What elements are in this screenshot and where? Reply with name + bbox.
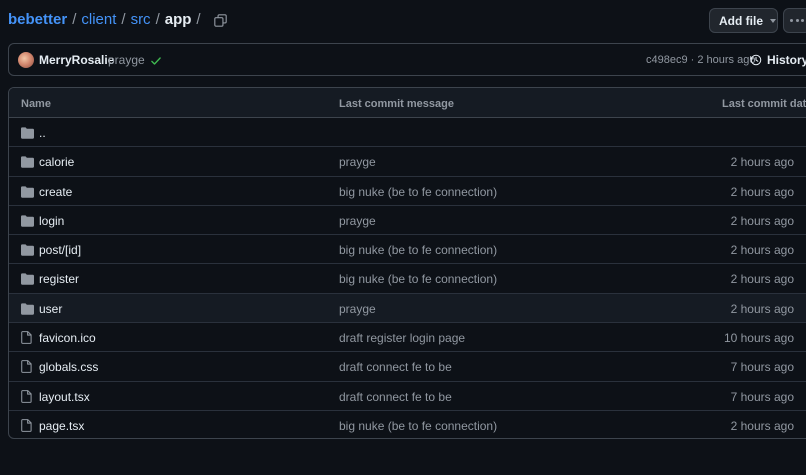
row-commit-message-link[interactable]: draft register login page bbox=[339, 331, 465, 345]
table-header: Name Last commit message Last commit dat… bbox=[9, 88, 806, 118]
row-name-link[interactable]: post/[id] bbox=[39, 243, 81, 257]
column-header-message: Last commit message bbox=[339, 98, 454, 110]
row-commit-message-link[interactable]: big nuke (be to fe connection) bbox=[339, 185, 497, 199]
latest-commit-box: MerryRosalie prayge c498ec9 · 2 hours ag… bbox=[8, 43, 806, 76]
commit-hash-and-time[interactable]: c498ec9 · 2 hours ago bbox=[646, 54, 755, 66]
row-name-link[interactable]: globals.css bbox=[39, 360, 98, 374]
row-commit-message-link[interactable]: prayge bbox=[339, 302, 376, 316]
folder-icon bbox=[21, 126, 34, 139]
row-commit-message-link[interactable]: draft connect fe to be bbox=[339, 390, 452, 404]
file-icon bbox=[21, 331, 34, 344]
column-header-name: Name bbox=[21, 98, 51, 110]
history-icon bbox=[750, 54, 762, 66]
row-commit-date: 10 hours ago bbox=[723, 331, 794, 346]
commit-author-link[interactable]: MerryRosalie bbox=[39, 53, 114, 67]
table-row[interactable]: register big nuke (be to fe connection) 2 … bbox=[9, 264, 806, 294]
row-name-link[interactable]: login bbox=[39, 214, 64, 228]
breadcrumb-current: app bbox=[164, 11, 192, 28]
triangle-down-icon bbox=[770, 18, 776, 23]
parent-directory-row[interactable]: .. bbox=[9, 118, 806, 148]
row-commit-date: 2 hours ago bbox=[730, 213, 794, 228]
kebab-horizontal-icon bbox=[790, 19, 793, 22]
row-commit-message-link[interactable]: big nuke (be to fe connection) bbox=[339, 419, 497, 433]
folder-icon bbox=[21, 272, 34, 286]
file-icon bbox=[21, 389, 34, 403]
row-commit-message-link[interactable]: prayge bbox=[339, 214, 376, 228]
file-table: Name Last commit message Last commit dat… bbox=[8, 87, 806, 439]
row-commit-message-link[interactable]: prayge bbox=[339, 155, 376, 169]
row-commit-message-link[interactable]: big nuke (be to fe connection) bbox=[339, 243, 497, 257]
row-commit-date: 2 hours ago bbox=[730, 272, 794, 287]
file-icon bbox=[21, 360, 34, 374]
breadcrumb-repo-link[interactable]: bebetter bbox=[8, 11, 67, 28]
parent-directory-label: .. bbox=[39, 126, 46, 140]
row-name-link[interactable]: create bbox=[39, 185, 72, 199]
breadcrumb-separator: / bbox=[155, 11, 160, 28]
breadcrumb-client-link[interactable]: client bbox=[81, 11, 116, 28]
row-commit-message-link[interactable]: big nuke (be to fe connection) bbox=[339, 272, 497, 286]
row-name-link[interactable]: register bbox=[39, 272, 79, 286]
table-row[interactable]: favicon.ico draft register login page 10 h… bbox=[9, 323, 806, 353]
row-commit-date: 7 hours ago bbox=[730, 360, 794, 375]
breadcrumb-separator: / bbox=[196, 11, 201, 28]
file-icon bbox=[21, 419, 34, 432]
table-row[interactable]: user prayge 2 hours ago bbox=[9, 293, 806, 324]
table-row[interactable]: post/[id] big nuke (be to fe connection) 2… bbox=[9, 235, 806, 265]
check-icon[interactable] bbox=[150, 54, 162, 66]
add-file-label: Add file bbox=[719, 13, 763, 28]
more-options-button[interactable] bbox=[783, 8, 806, 33]
table-row[interactable]: layout.tsx draft connect fe to be 7 hours … bbox=[9, 382, 806, 411]
table-row[interactable]: calorie prayge 2 hours ago bbox=[9, 147, 806, 177]
breadcrumb-separator: / bbox=[121, 11, 126, 28]
row-commit-date: 2 hours ago bbox=[730, 243, 794, 258]
breadcrumb-separator: / bbox=[72, 11, 77, 28]
copy-icon[interactable] bbox=[213, 13, 228, 28]
commit-message-link[interactable]: prayge bbox=[108, 53, 145, 67]
folder-icon bbox=[21, 155, 34, 168]
table-row[interactable]: globals.css draft connect fe to be 7 hours… bbox=[9, 352, 806, 382]
add-file-button[interactable]: Add file bbox=[709, 8, 778, 33]
row-name-link[interactable]: page.tsx bbox=[39, 419, 84, 433]
folder-icon bbox=[21, 302, 34, 315]
column-header-date: Last commit date bbox=[722, 98, 806, 110]
row-commit-date: 2 hours ago bbox=[730, 301, 794, 316]
row-name-link[interactable]: calorie bbox=[39, 155, 74, 169]
top-bar: bebetter / client / src / app / Add file bbox=[0, 0, 806, 40]
row-commit-message-link[interactable]: draft connect fe to be bbox=[339, 360, 452, 374]
breadcrumb-src-link[interactable]: src bbox=[131, 11, 151, 28]
row-name-link[interactable]: favicon.ico bbox=[39, 331, 96, 345]
table-row[interactable]: page.tsx big nuke (be to fe connection) 2 … bbox=[9, 411, 806, 438]
history-button[interactable]: History bbox=[750, 53, 806, 67]
history-label: History bbox=[767, 53, 806, 67]
breadcrumb: bebetter / client / src / app / bbox=[8, 11, 228, 28]
table-row[interactable]: login prayge 2 hours ago bbox=[9, 206, 806, 236]
folder-icon bbox=[21, 243, 34, 256]
folder-icon bbox=[21, 214, 34, 227]
row-name-link[interactable]: layout.tsx bbox=[39, 390, 90, 404]
row-commit-date: 2 hours ago bbox=[730, 184, 794, 199]
avatar[interactable] bbox=[18, 52, 34, 68]
row-commit-date: 2 hours ago bbox=[730, 155, 794, 170]
row-commit-date: 7 hours ago bbox=[730, 389, 794, 404]
row-name-link[interactable]: user bbox=[39, 302, 62, 316]
row-commit-date: 2 hours ago bbox=[730, 418, 794, 433]
table-row[interactable]: create big nuke (be to fe connection) 2 ho… bbox=[9, 177, 806, 206]
folder-icon bbox=[21, 185, 34, 198]
